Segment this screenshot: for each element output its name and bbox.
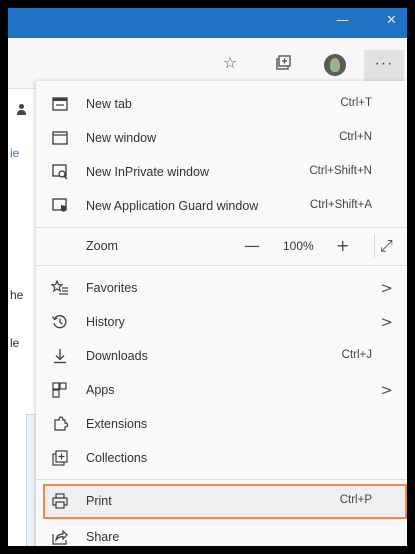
zoom-out-button[interactable]: —	[244, 236, 260, 255]
application-guard-icon	[50, 197, 70, 217]
extensions-icon	[50, 415, 70, 435]
collections-icon	[50, 449, 70, 469]
minimize-icon[interactable]: —	[336, 13, 349, 28]
zoom-row: Zoom — 100% + ⤢	[36, 228, 407, 264]
page-content-left: ie he le	[8, 89, 38, 546]
print-icon	[50, 492, 70, 512]
menu-item-label: Favorites	[86, 281, 138, 295]
menu-item-label: Print	[86, 494, 112, 508]
settings-menu: New tab Ctrl+T New window Ctrl+N New InP…	[36, 81, 407, 546]
close-icon[interactable]: ✕	[386, 13, 397, 28]
zoom-in-button[interactable]: +	[336, 236, 349, 255]
menu-item-new-window[interactable]: New window Ctrl+N	[36, 122, 407, 156]
zoom-separator	[374, 234, 375, 258]
zoom-level: 100%	[283, 239, 314, 253]
settings-and-more-button[interactable]: ···	[364, 50, 404, 82]
menu-item-apps[interactable]: Apps >	[36, 374, 407, 408]
menu-item-shortcut: Ctrl+J	[341, 349, 372, 361]
menu-item-share[interactable]: Share	[36, 521, 407, 546]
menu-item-label: Downloads	[86, 349, 148, 363]
menu-item-label: Apps	[86, 383, 115, 397]
menu-item-label: New window	[86, 131, 157, 145]
collections-icon[interactable]	[271, 51, 295, 75]
chevron-right-icon: >	[380, 279, 393, 297]
menu-item-new-inprivate-window[interactable]: New InPrivate window Ctrl+Shift+N	[36, 156, 407, 190]
person-icon	[16, 104, 27, 115]
menu-divider	[36, 265, 407, 266]
menu-item-shortcut: Ctrl+P	[339, 494, 372, 506]
new-window-icon	[50, 129, 70, 149]
menu-item-new-application-guard-window[interactable]: New Application Guard window Ctrl+Shift+…	[36, 190, 407, 224]
menu-item-extensions[interactable]: Extensions	[36, 408, 407, 442]
menu-item-shortcut: Ctrl+N	[339, 131, 372, 143]
browser-window: — ✕ ☆ ··· ie he le New tab Ctrl+T New wi…	[8, 8, 407, 546]
download-icon	[50, 347, 70, 367]
history-icon	[50, 313, 70, 333]
menu-item-new-tab[interactable]: New tab Ctrl+T	[36, 88, 407, 122]
star-icon[interactable]: ☆	[218, 51, 242, 75]
favorites-icon	[50, 279, 70, 299]
page-text-fragment: ie	[10, 146, 20, 160]
menu-item-label: New tab	[86, 97, 132, 111]
chevron-right-icon: >	[380, 313, 393, 331]
menu-item-label: Collections	[86, 451, 148, 465]
menu-item-label: History	[86, 315, 125, 329]
menu-divider	[36, 479, 407, 480]
page-text-fragment: he	[10, 288, 24, 302]
fullscreen-icon[interactable]: ⤢	[380, 236, 393, 256]
menu-item-label: New Application Guard window	[86, 199, 259, 213]
chevron-right-icon: >	[380, 381, 393, 399]
menu-item-shortcut: Ctrl+T	[340, 97, 372, 109]
menu-item-shortcut: Ctrl+Shift+A	[310, 199, 372, 211]
menu-item-label: New InPrivate window	[86, 165, 209, 179]
menu-item-favorites[interactable]: Favorites >	[36, 272, 407, 306]
new-tab-icon	[50, 95, 70, 115]
page-text-fragment: le	[10, 336, 20, 350]
menu-item-downloads[interactable]: Downloads Ctrl+J	[36, 340, 407, 374]
menu-item-shortcut: Ctrl+Shift+N	[309, 165, 372, 177]
menu-item-print[interactable]: Print Ctrl+P	[36, 485, 407, 519]
profile-avatar[interactable]	[324, 54, 346, 76]
apps-icon	[50, 381, 70, 401]
share-icon	[50, 528, 70, 546]
menu-item-collections[interactable]: Collections	[36, 442, 407, 476]
zoom-label: Zoom	[86, 239, 118, 253]
menu-item-label: Extensions	[86, 417, 148, 431]
menu-item-label: Share	[86, 530, 120, 544]
menu-item-history[interactable]: History >	[36, 306, 407, 340]
inprivate-icon	[50, 163, 70, 183]
title-bar: — ✕	[8, 8, 407, 38]
